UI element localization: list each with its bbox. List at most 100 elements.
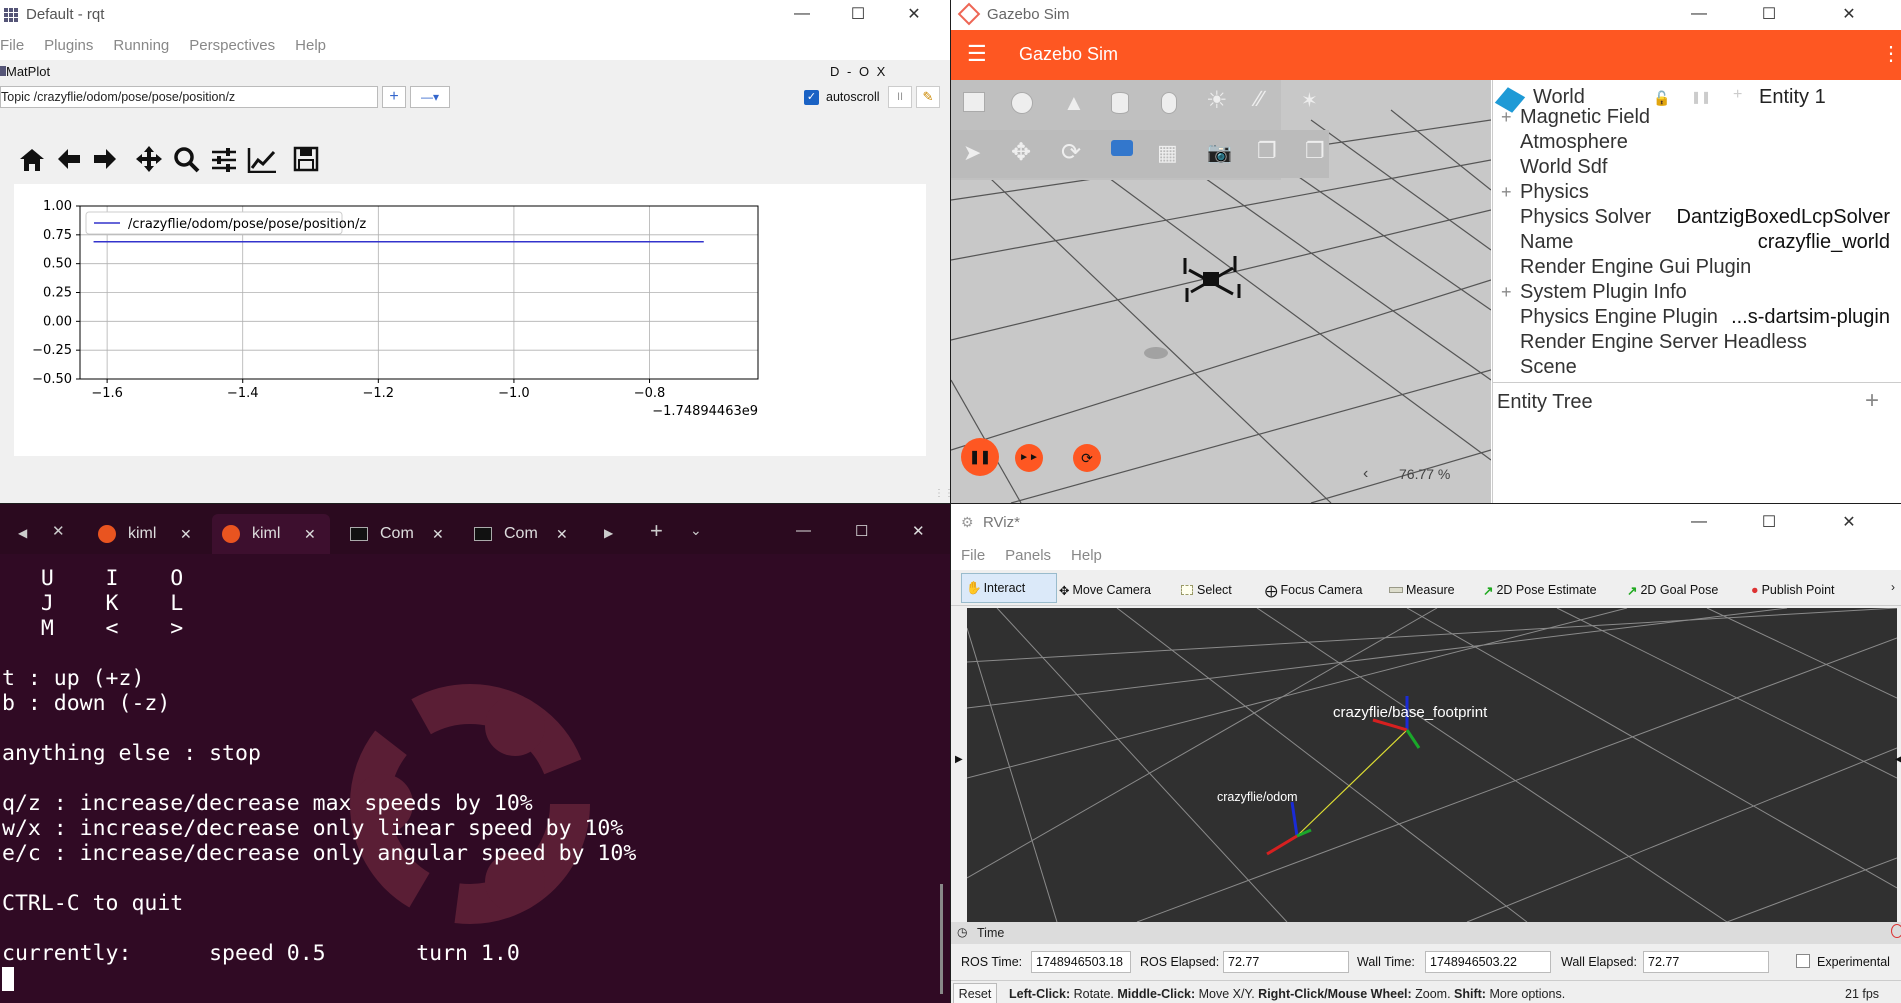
rotate-mode-icon[interactable]: ⟳ bbox=[1061, 138, 1081, 167]
terminal-output[interactable]: U I O J K L M < > t : up (+z) b : down (-z… bbox=[2, 566, 636, 966]
box-icon[interactable] bbox=[963, 92, 985, 112]
terminal-tab[interactable]: kiml ✕ bbox=[212, 514, 330, 554]
screenshot-icon[interactable]: 📷 bbox=[1207, 140, 1232, 165]
topic-input[interactable]: Topic /crazyflie/odom/pose/pose/position… bbox=[0, 86, 378, 108]
terminal-scrollbar[interactable] bbox=[940, 884, 943, 994]
pan-icon[interactable] bbox=[136, 146, 162, 172]
tab-scroll-left-icon[interactable]: ◀ bbox=[18, 526, 27, 540]
view-angle-icon[interactable] bbox=[1111, 140, 1133, 156]
translate-mode-icon[interactable]: ✥ bbox=[1011, 138, 1031, 167]
maximize-button[interactable]: ☐ bbox=[1741, 0, 1797, 28]
tab-scroll-right-icon[interactable]: ▶ bbox=[604, 526, 613, 540]
menu-help[interactable]: Help bbox=[285, 37, 336, 54]
wall-elapsed-field[interactable]: 72.77 bbox=[1643, 951, 1769, 973]
pause-button[interactable]: II bbox=[888, 86, 912, 108]
tab-close-icon[interactable]: ✕ bbox=[52, 522, 65, 540]
new-tab-icon[interactable]: + bbox=[650, 518, 663, 544]
spot-light-icon[interactable]: ✶ bbox=[1301, 88, 1318, 113]
close-button[interactable]: ✕ bbox=[1821, 0, 1877, 28]
plugin-controls[interactable]: D - O X bbox=[830, 64, 887, 79]
home-icon[interactable] bbox=[20, 149, 44, 171]
time-panel-close-icon[interactable] bbox=[1891, 924, 1901, 938]
plot-area[interactable]: −1.6 −1.4 −1.2 −1.0 −0.8 1.00 0.75 0.50 0.25 0.00… bbox=[14, 184, 926, 456]
remove-topic-button[interactable]: —▾ bbox=[410, 86, 450, 108]
minimize-button[interactable]: — bbox=[1671, 0, 1727, 28]
terminal-tab[interactable]: kiml ✕ bbox=[88, 514, 206, 554]
rviz-3d-view[interactable]: crazyflie/base_footprint crazyflie/odom bbox=[967, 608, 1897, 922]
menu-panels[interactable]: Panels bbox=[995, 547, 1061, 564]
cone-icon[interactable]: ▲ bbox=[1063, 90, 1085, 116]
close-button[interactable]: ✕ bbox=[886, 0, 942, 28]
terminal-tab[interactable]: Com ✕ bbox=[340, 514, 458, 554]
stats-collapse-icon[interactable]: ‹ bbox=[1363, 465, 1368, 483]
ros-time-field[interactable]: 1748946503.18 bbox=[1031, 951, 1131, 973]
back-arrow-icon[interactable] bbox=[58, 149, 80, 169]
ros-elapsed-field[interactable]: 72.77 bbox=[1223, 951, 1349, 973]
sphere-icon[interactable] bbox=[1011, 92, 1033, 114]
maximize-button[interactable]: ☐ bbox=[855, 522, 868, 540]
tool-2d-pose-estimate[interactable]: ↗ 2D Pose Estimate bbox=[1483, 577, 1597, 603]
add-topic-button[interactable]: + bbox=[382, 86, 406, 108]
edit-axis-icon[interactable] bbox=[247, 148, 276, 174]
menu-file[interactable]: File bbox=[951, 547, 995, 564]
configure-subplots-icon[interactable] bbox=[212, 148, 236, 172]
expand-icon[interactable]: + bbox=[1501, 182, 1512, 203]
tab-dropdown-icon[interactable]: ⌄ bbox=[690, 522, 702, 539]
grid-config-icon[interactable]: ▦ bbox=[1157, 140, 1178, 166]
save-icon[interactable] bbox=[293, 146, 319, 172]
wall-time-field[interactable]: 1748946503.22 bbox=[1425, 951, 1551, 973]
menu-plugins[interactable]: Plugins bbox=[34, 37, 103, 54]
toolbar-overflow-icon[interactable]: › bbox=[1891, 580, 1895, 594]
hamburger-menu-icon[interactable]: ☰ bbox=[967, 43, 987, 65]
minimize-button[interactable]: — bbox=[774, 0, 830, 28]
tool-2d-goal-pose[interactable]: ↗ 2D Goal Pose bbox=[1627, 577, 1718, 603]
tool-publish-point[interactable]: ● Publish Point bbox=[1751, 577, 1835, 603]
property-row[interactable]: Scene bbox=[1493, 352, 1901, 382]
resize-grip-icon[interactable]: ⋮⋮ bbox=[934, 488, 950, 499]
minimize-button[interactable]: — bbox=[796, 522, 811, 539]
clear-button[interactable]: ✎ bbox=[916, 86, 940, 108]
minimize-button[interactable]: — bbox=[1671, 508, 1727, 536]
experimental-checkbox[interactable] bbox=[1796, 954, 1810, 968]
more-options-icon[interactable]: ⋮ bbox=[1881, 42, 1901, 66]
expand-icon[interactable]: + bbox=[1501, 282, 1512, 303]
close-tab-icon[interactable]: ✕ bbox=[556, 526, 568, 543]
menu-running[interactable]: Running bbox=[103, 37, 179, 54]
directional-light-icon[interactable]: ∕∕ bbox=[1256, 86, 1263, 112]
gazebo-3d-scene[interactable]: ▲ ☀ ∕∕ ✶ ➤ ✥ ⟳ ▦ 📷 ❐ ❐ ❚❚ ►► ⟳ ‹ 76.77 % bbox=[951, 80, 1491, 503]
close-tab-icon[interactable]: ✕ bbox=[304, 526, 316, 543]
copy-icon[interactable]: ❐ bbox=[1257, 138, 1277, 164]
maximize-button[interactable]: ☐ bbox=[1741, 508, 1797, 536]
expand-icon[interactable]: + bbox=[1501, 107, 1512, 128]
terminal-tab-label: kiml bbox=[128, 525, 157, 542]
add-entity-icon[interactable]: + bbox=[1865, 387, 1879, 415]
tool-focus-camera[interactable]: ⨁ Focus Camera bbox=[1265, 577, 1362, 603]
close-tab-icon[interactable]: ✕ bbox=[180, 526, 192, 543]
tool-interact[interactable]: ✋ Interact bbox=[961, 573, 1057, 603]
tool-move-camera[interactable]: ✥ Move Camera bbox=[1059, 577, 1151, 603]
pause-button[interactable]: ❚❚ bbox=[961, 438, 999, 476]
menu-perspectives[interactable]: Perspectives bbox=[179, 37, 285, 54]
close-tab-icon[interactable]: ✕ bbox=[432, 526, 444, 543]
forward-arrow-icon[interactable] bbox=[94, 149, 116, 169]
autoscroll-checkbox[interactable]: ✓ bbox=[804, 90, 819, 105]
tool-select[interactable]: Select bbox=[1181, 577, 1232, 603]
cylinder-icon[interactable] bbox=[1111, 92, 1129, 114]
close-button[interactable]: ✕ bbox=[912, 522, 925, 540]
right-dock-toggle-icon[interactable]: ◀ bbox=[1895, 754, 1901, 765]
reset-button[interactable]: ⟳ bbox=[1073, 444, 1101, 472]
reset-button[interactable]: Reset bbox=[953, 983, 997, 1003]
zoom-icon[interactable] bbox=[174, 147, 200, 173]
left-dock-toggle-icon[interactable]: ▶ bbox=[955, 754, 963, 765]
menu-file[interactable]: File bbox=[0, 37, 34, 54]
menu-help[interactable]: Help bbox=[1061, 547, 1112, 564]
close-button[interactable]: ✕ bbox=[1821, 508, 1877, 536]
capsule-icon[interactable] bbox=[1161, 92, 1177, 114]
terminal-tab[interactable]: Com ✕ bbox=[464, 514, 582, 554]
step-button[interactable]: ►► bbox=[1015, 444, 1043, 472]
point-light-icon[interactable]: ☀ bbox=[1206, 86, 1228, 115]
select-mode-icon[interactable]: ➤ bbox=[963, 140, 981, 166]
maximize-button[interactable]: ☐ bbox=[830, 0, 886, 28]
tool-measure[interactable]: Measure bbox=[1389, 577, 1455, 603]
paste-icon[interactable]: ❐ bbox=[1305, 138, 1325, 164]
